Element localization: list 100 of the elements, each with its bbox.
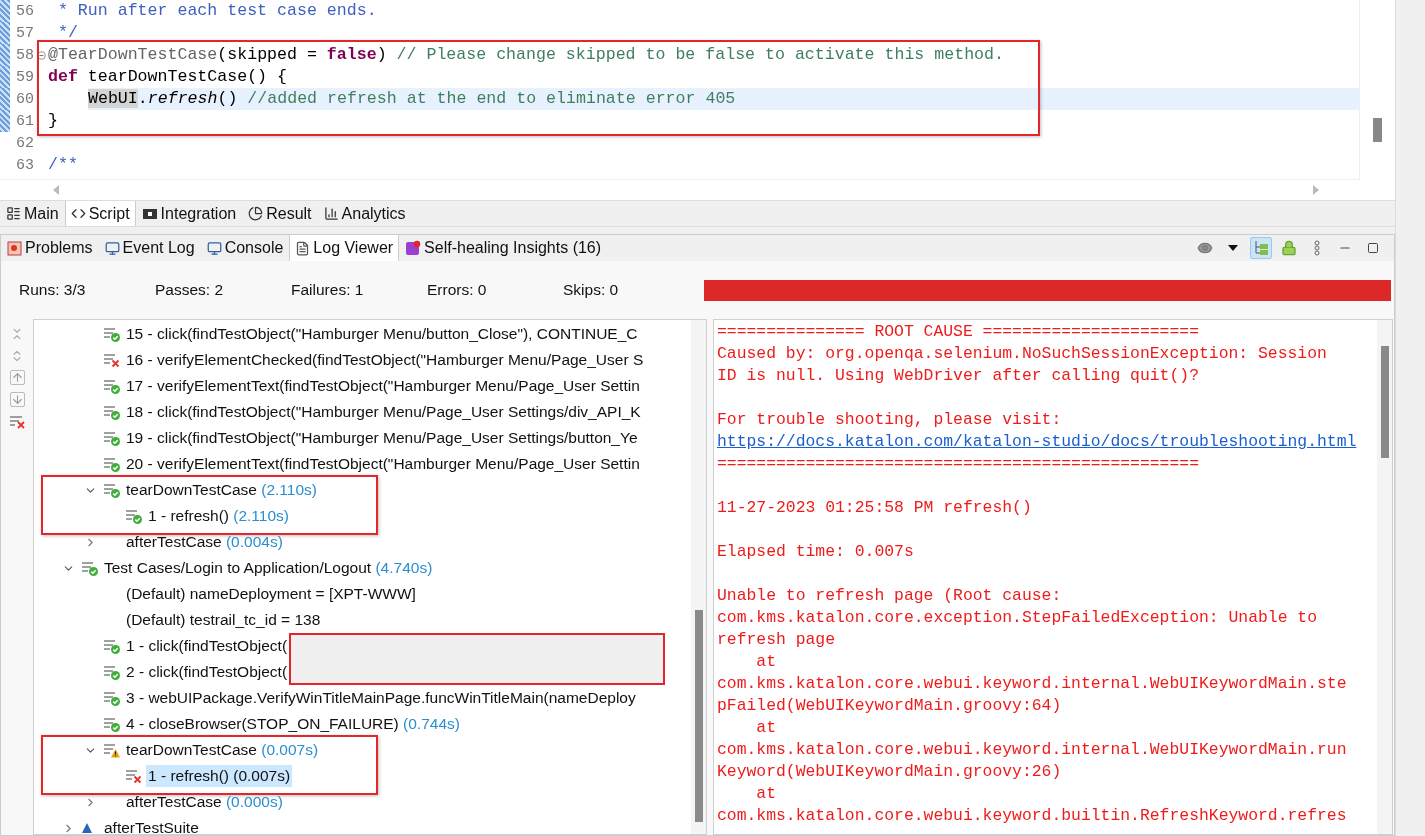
scroll-left-icon[interactable]	[52, 185, 60, 195]
log-line: Caused by: org.openqa.selenium.NoSuchSessionException: Session	[717, 343, 1328, 365]
code-line: def tearDownTestCase() {	[48, 66, 288, 88]
code-line: @TearDownTestCase(skipped = false) // Please change skipped to be false to activate this method.	[48, 44, 1005, 66]
line-number: 57	[15, 24, 34, 42]
bar-chart-icon	[323, 206, 339, 221]
line-number: 62	[15, 134, 34, 152]
line-number: 59	[15, 68, 34, 86]
log-line: Unable to refresh page (Root cause:	[717, 585, 1063, 607]
stat-label: Passes: 2	[155, 281, 225, 299]
scrollbar-thumb[interactable]	[694, 610, 703, 822]
code-line: * Run after each test case ends.	[56, 0, 378, 22]
editor-tab[interactable]: Result	[242, 201, 318, 226]
passed-step-icon	[103, 455, 121, 473]
monitor-icon	[104, 240, 120, 256]
tree-item[interactable]: 15 - click(findTestObject("Hamburger Menu/button_Close"), CONTINUE_C	[124, 323, 640, 345]
line-number: 58	[15, 46, 34, 64]
tree-item[interactable]: afterTestCase (0.004s)	[124, 531, 285, 553]
passed-step-icon	[103, 663, 121, 681]
document-icon	[295, 240, 311, 256]
tree-item[interactable]: 1 - refresh() (0.007s)	[146, 765, 293, 787]
tree-item[interactable]: 4 - closeBrowser(STOP_ON_FAILURE) (0.744s)	[124, 713, 462, 735]
failures-filter-icon[interactable]	[9, 413, 25, 430]
passed-step-icon	[81, 559, 99, 577]
scrollbar-thumb[interactable]	[1373, 118, 1382, 142]
tree-item[interactable]: 3 - webUIPackage.VerifyWinTitleMainPage.funcWinTitleMain(nameDeploy	[124, 687, 638, 709]
tree-item[interactable]: 18 - click(findTestObject("Hamburger Menu/Page_User Settings/div_API_K	[124, 401, 643, 423]
editor-tab[interactable]: Main	[0, 201, 65, 226]
passed-step-icon	[103, 429, 121, 447]
log-line: Keyword(WebUIKeywordMain.groovy:26)	[717, 761, 1063, 783]
failed-step-icon	[103, 351, 121, 369]
warning-step-icon	[103, 741, 121, 759]
tree-item[interactable]: tearDownTestCase (0.007s)	[124, 739, 321, 761]
log-link[interactable]: https://docs.katalon.com/katalon-studio/docs/troubleshooting.html	[717, 432, 1357, 451]
scrollbar-thumb[interactable]	[1380, 346, 1389, 458]
panel-tab[interactable]: Log Viewer	[289, 235, 400, 261]
log-line: 11-27-2023 01:25:58 PM refresh()	[717, 497, 1033, 519]
stat-label: Failures: 1	[291, 281, 365, 299]
tree-item[interactable]: (Default) testrail_tc_id = 138	[124, 609, 323, 631]
problems-icon	[7, 240, 22, 256]
code-line: /**	[48, 154, 79, 176]
line-number: 60	[15, 90, 34, 108]
stat-label: Runs: 3/3	[19, 281, 87, 299]
triangle-icon	[81, 822, 93, 834]
panel-tab[interactable]: Console	[200, 235, 290, 261]
form-icon	[6, 206, 21, 221]
log-line: com.kms.katalon.core.webui.keyword.builtin.RefreshKeyword.refres	[717, 805, 1348, 827]
passed-step-icon	[125, 507, 143, 525]
log-line: com.kms.katalon.core.exception.StepFailedException: Unable to	[717, 607, 1318, 629]
pie-chart-icon	[248, 206, 264, 221]
panel-tab[interactable]: Problems	[1, 235, 99, 261]
editor-tab[interactable]: Script	[64, 201, 136, 226]
passed-step-icon	[103, 689, 121, 707]
tree-item[interactable]: 1 - refresh() (2.110s)	[146, 505, 291, 527]
scroll-right-icon[interactable]	[1312, 185, 1320, 195]
code-line: */	[56, 22, 79, 44]
line-number: 63	[15, 156, 34, 174]
line-number: 56	[15, 2, 34, 20]
log-line: ID is null. Using WebDriver after calling quit()?	[717, 365, 1200, 387]
passed-step-icon	[103, 715, 121, 733]
log-line: =================================================	[717, 453, 1200, 475]
log-line: com.kms.katalon.core.webui.keyword.internal.WebUIKeywordMain.run	[717, 739, 1348, 761]
passed-step-icon	[103, 377, 121, 395]
tree-view-icon[interactable]	[1250, 237, 1272, 259]
tree-item[interactable]: 2 - click(findTestObject(	[124, 661, 290, 683]
tree-item[interactable]: afterTestCase (0.000s)	[124, 791, 285, 813]
box-icon	[141, 206, 158, 221]
code-icon	[70, 206, 86, 221]
code-line: }	[48, 110, 59, 132]
next-icon[interactable]	[9, 391, 25, 408]
tree-item[interactable]: 20 - verifyElementText(findTestObject("Hamburger Menu/Page_User Settin	[124, 453, 642, 475]
tree-item[interactable]: (Default) nameDeployment = [XPT-WWW]	[124, 583, 418, 605]
previous-icon[interactable]	[9, 369, 25, 386]
passed-step-icon	[103, 325, 121, 343]
passed-step-icon	[103, 481, 121, 499]
editor-tab[interactable]: Integration	[135, 201, 243, 226]
tree-item[interactable]: 16 - verifyElementChecked(findTestObject("Hamburger Menu/Page_User S	[124, 349, 646, 371]
monitor-icon	[206, 240, 222, 256]
tree-item[interactable]: tearDownTestCase (2.110s)	[124, 479, 319, 501]
log-line: For trouble shooting, please visit:	[717, 409, 1063, 431]
log-line: com.kms.katalon.core.webui.keyword.internal.WebUIKeywordMain.ste	[717, 673, 1348, 695]
panel-tab[interactable]: Self-healing Insights (16)	[399, 235, 608, 261]
tree-item[interactable]: Test Cases/Login to Application/Logout (4.740s)	[102, 557, 435, 579]
log-line: =============== ROOT CAUSE ======================	[717, 321, 1200, 343]
panel-tab[interactable]: Event Log	[98, 235, 201, 261]
log-line: refresh page	[717, 629, 837, 651]
log-line: at	[755, 717, 778, 739]
failed-step-icon	[125, 767, 143, 785]
tree-item[interactable]: 17 - verifyElementText(findTestObject("Hamburger Menu/Page_User Settin	[124, 375, 642, 397]
stat-label: Errors: 0	[427, 281, 488, 299]
line-number: 61	[15, 112, 34, 130]
tree-item[interactable]: 1 - click(findTestObject(	[124, 635, 290, 657]
passed-step-icon	[103, 403, 121, 421]
tree-item[interactable]: afterTestSuite	[102, 817, 201, 834]
log-line: at	[755, 783, 778, 805]
log-line: pFailed(WebUIKeywordMain.groovy:64)	[717, 695, 1063, 717]
log-line: at	[755, 651, 778, 673]
tree-item[interactable]: 19 - click(findTestObject("Hamburger Menu/Page_User Settings/button_Ye	[124, 427, 640, 449]
passed-step-icon	[103, 637, 121, 655]
editor-tab[interactable]: Analytics	[317, 201, 412, 226]
